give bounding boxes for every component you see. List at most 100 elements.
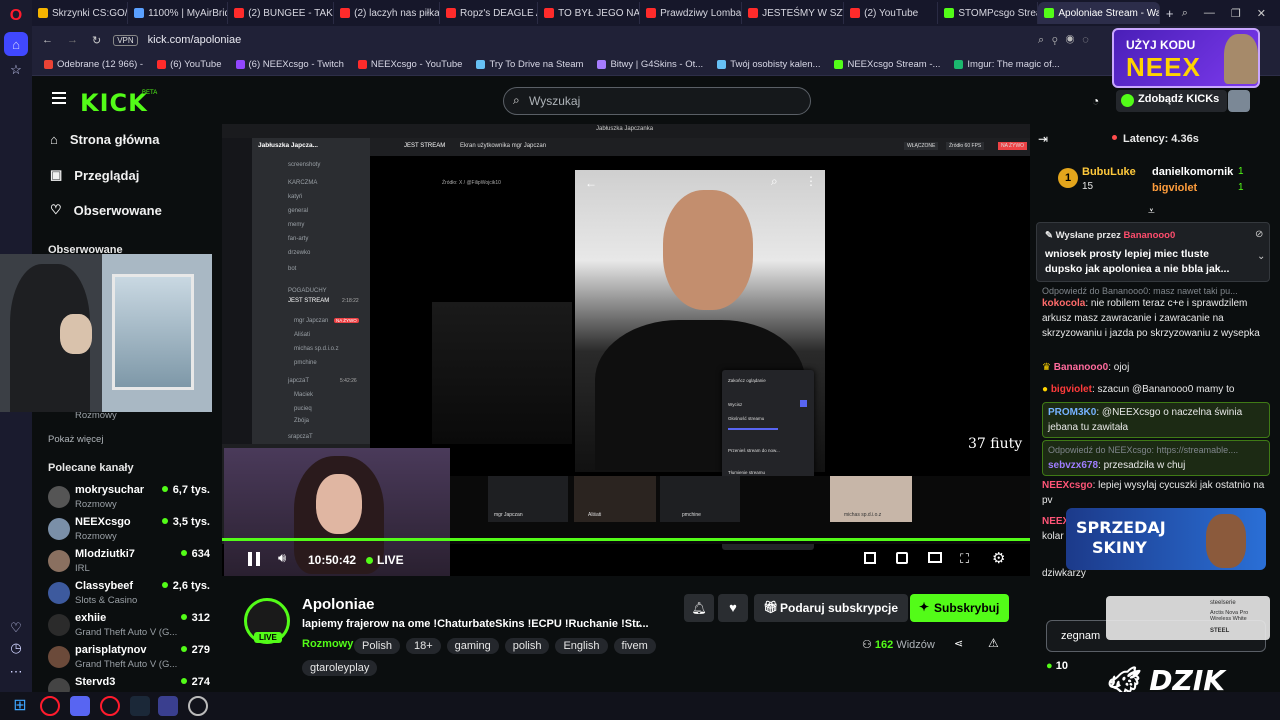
bookmark[interactable]: (6) YouTube <box>157 59 222 70</box>
home-icon[interactable]: ⌂ <box>4 32 28 56</box>
tag[interactable]: polish <box>504 638 550 654</box>
tab[interactable]: JESTEŚMY W SZWECI <box>742 2 845 24</box>
bookmark[interactable]: Imgur: The magic of... <box>954 59 1060 70</box>
nav-home[interactable]: ⌂ Strona główna <box>50 132 159 147</box>
tab[interactable]: Skrzynki CS:GO/CS2 | <box>32 2 129 24</box>
tab[interactable]: 1100% | MyAirBridge <box>128 2 229 24</box>
opera-gx-icon[interactable] <box>100 696 120 716</box>
recommended-channel[interactable]: Stervd3 274 <box>48 676 216 700</box>
bookmark[interactable]: Try To Drive na Steam <box>476 59 583 70</box>
bookmark[interactable]: NEEXcsgo Stream -... <box>834 59 940 70</box>
recommended-channel[interactable]: Classybeef Slots & Casino 2,6 tys. <box>48 580 216 612</box>
clip-icon[interactable] <box>896 552 908 564</box>
chat-user[interactable]: NEEXcsgo <box>1042 480 1093 491</box>
chevron-down-icon[interactable]: ⌄ <box>1257 251 1265 262</box>
bookmark[interactable]: NEEXcsgo - YouTube <box>357 59 462 70</box>
recommended-channel[interactable]: NEEXcsgo Rozmowy 3,5 tys. <box>48 516 216 548</box>
channel-category: Slots & Casino <box>75 595 138 606</box>
tab[interactable]: (2) YouTube <box>844 2 939 24</box>
recommended-channel[interactable]: Mlodziutki7 IRL 634 <box>48 548 216 580</box>
search-tabs-icon[interactable]: ⌕ <box>1182 7 1188 20</box>
vpn-badge[interactable]: VPN <box>113 34 138 46</box>
bookmark[interactable]: Twój osobisty kalen... <box>717 59 820 70</box>
settings-app-icon[interactable] <box>188 696 208 716</box>
recommended-channel[interactable]: mokrysuchar Rozmowy 6,7 tys. <box>48 484 216 516</box>
menu-icon[interactable] <box>52 92 66 104</box>
channel-points[interactable]: ● 10 <box>1046 660 1068 672</box>
theater-mode-icon[interactable] <box>928 552 942 563</box>
chevron-down-icon[interactable]: ⌄ <box>634 617 643 630</box>
tab[interactable]: (2) BUNGEE - TAK <box>228 2 335 24</box>
leaderboard-user[interactable]: BubuLuke <box>1082 166 1136 178</box>
leaderboard-user[interactable]: bigviolet <box>1152 182 1197 194</box>
settings-icon[interactable]: ⚙ <box>992 549 1005 567</box>
ea-icon[interactable] <box>158 696 178 716</box>
avatar[interactable] <box>1228 90 1250 112</box>
notification-bell-icon[interactable]: 🔔︎ <box>684 594 714 622</box>
tab[interactable]: STOMPcsgo Stream <box>938 2 1039 24</box>
close-icon[interactable]: ✕ <box>1257 7 1266 20</box>
search-input[interactable]: ⌕ Wyszukaj <box>503 87 811 115</box>
tag[interactable]: Polish <box>354 638 400 654</box>
chat-user[interactable]: PROM3K0 <box>1048 407 1096 418</box>
chat-user[interactable]: sebvzx678 <box>1048 460 1098 471</box>
tab[interactable]: (2) laczyh nas piłka - Y <box>334 2 441 24</box>
tab-active[interactable]: Apoloniae Stream - Watc <box>1038 2 1160 24</box>
bookmark[interactable]: Odebrane (12 966) - <box>44 59 143 70</box>
subscribe-button[interactable]: ✦ Subskrybuj <box>910 594 1010 622</box>
steam-icon[interactable] <box>130 696 150 716</box>
stream-category[interactable]: Rozmowy <box>302 638 353 650</box>
unpin-icon[interactable]: ⊘ <box>1255 229 1263 240</box>
tag[interactable]: fivem <box>613 638 656 654</box>
opera-logo-icon[interactable]: O <box>4 4 28 28</box>
more-icon[interactable]: ⋯ <box>4 660 28 684</box>
tab[interactable]: Prawdziwy Lombard - <box>640 2 743 24</box>
chat-user[interactable]: bigviolet <box>1051 384 1092 395</box>
history-icon[interactable]: ◷ <box>4 636 28 660</box>
share-icon[interactable]: ⋖ <box>954 637 963 650</box>
video-player[interactable]: Jabłuszka Japczanka Jabłuszka Japcza... … <box>222 124 1030 576</box>
new-tab-button[interactable]: + <box>1160 2 1182 24</box>
windows-start-icon[interactable]: ⊞ <box>10 696 30 716</box>
tab[interactable]: TO BYŁ JEGO NAJGOR <box>538 2 641 24</box>
opera-icon[interactable] <box>40 696 60 716</box>
collapse-chat-icon[interactable]: ⇥ <box>1038 132 1048 146</box>
bookmark[interactable]: Bitwy | G4Skins - Ot... <box>597 59 703 70</box>
report-icon[interactable]: ⚠ <box>988 636 999 650</box>
minimize-icon[interactable]: — <box>1204 7 1215 20</box>
live-progress-bar[interactable] <box>222 538 1030 541</box>
fullscreen-icon[interactable]: ⛶ <box>960 551 969 567</box>
chat-user[interactable]: kokocola <box>1042 298 1085 309</box>
url-field[interactable]: kick.com/apoloniae <box>148 34 242 46</box>
bookmark[interactable]: (6) NEEXcsgo - Twitch <box>235 59 344 70</box>
chat-user[interactable]: Bananooo0 <box>1054 362 1108 373</box>
nav-following[interactable]: ♡ Obserwowane <box>50 202 162 218</box>
kick-logo[interactable]: KICK <box>80 89 148 117</box>
tag[interactable]: English <box>555 638 608 654</box>
follow-heart-icon[interactable]: ♥ <box>718 594 748 622</box>
back-icon[interactable]: ← <box>42 34 53 46</box>
pause-icon[interactable] <box>248 552 260 566</box>
maximize-icon[interactable]: ❐ <box>1231 7 1241 20</box>
tab[interactable]: Ropz's DEAGLE Aim is <box>440 2 539 24</box>
recommended-channel[interactable]: parisplatynov Grand Theft Auto V (G... 279 <box>48 644 216 676</box>
address-actions-icon[interactable]: ⌕⚲◉◌ <box>1038 34 1097 47</box>
discord-icon[interactable] <box>70 696 90 716</box>
show-more-link[interactable]: Pokaż więcej <box>48 434 103 445</box>
expand-icon[interactable]: ⩡ <box>1148 204 1155 219</box>
leaderboard-user[interactable]: danielkomornik <box>1152 166 1233 178</box>
star-icon[interactable]: ☆ <box>4 58 28 82</box>
volume-icon[interactable]: 🔊︎ <box>278 550 286 566</box>
recommended-channel[interactable]: exhiie Grand Theft Auto V (G... 312 <box>48 612 216 644</box>
tag[interactable]: 18+ <box>405 638 441 654</box>
get-kicks-button[interactable]: Zdobądź KICKs <box>1116 90 1228 112</box>
tag[interactable]: gaming <box>446 638 499 654</box>
miniplayer-icon[interactable] <box>864 552 876 564</box>
nav-browse[interactable]: ▣ Przeglądaj <box>50 167 139 183</box>
channel-name[interactable]: Apoloniae <box>302 596 375 613</box>
gift-subscription-button[interactable]: 🎁︎ Podaruj subskrypcje <box>754 594 909 622</box>
reload-icon[interactable]: ↻ <box>92 34 101 47</box>
forward-icon[interactable]: → <box>67 34 78 46</box>
notifications-icon[interactable]: ◔ <box>1092 94 1099 108</box>
tag[interactable]: gtaroleyplay <box>302 660 378 676</box>
